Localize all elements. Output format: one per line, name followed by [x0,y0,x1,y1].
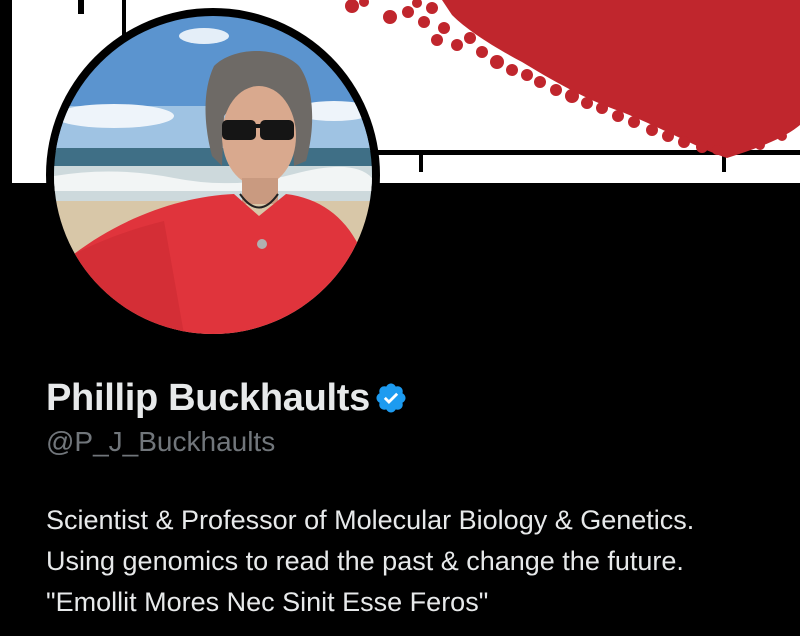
profile-page: Phillip Buckhaults @P_J_Buckhaults Scien… [0,0,800,636]
bio-line: Using genomics to read the past & change… [46,546,684,576]
left-edge [0,0,12,636]
display-name: Phillip Buckhaults [46,376,370,419]
profile-handle: @P_J_Buckhaults [46,426,276,457]
bio-line: "Emollit Mores Nec Sinit Esse Feros" [46,587,489,617]
profile-bio: Scientist & Professor of Molecular Biolo… [46,500,796,623]
avatar-photo [54,16,372,334]
bio-line: Scientist & Professor of Molecular Biolo… [46,505,695,535]
profile-name-row: Phillip Buckhaults [46,374,408,422]
verified-badge-icon[interactable] [374,381,408,415]
profile-avatar[interactable] [46,8,380,342]
